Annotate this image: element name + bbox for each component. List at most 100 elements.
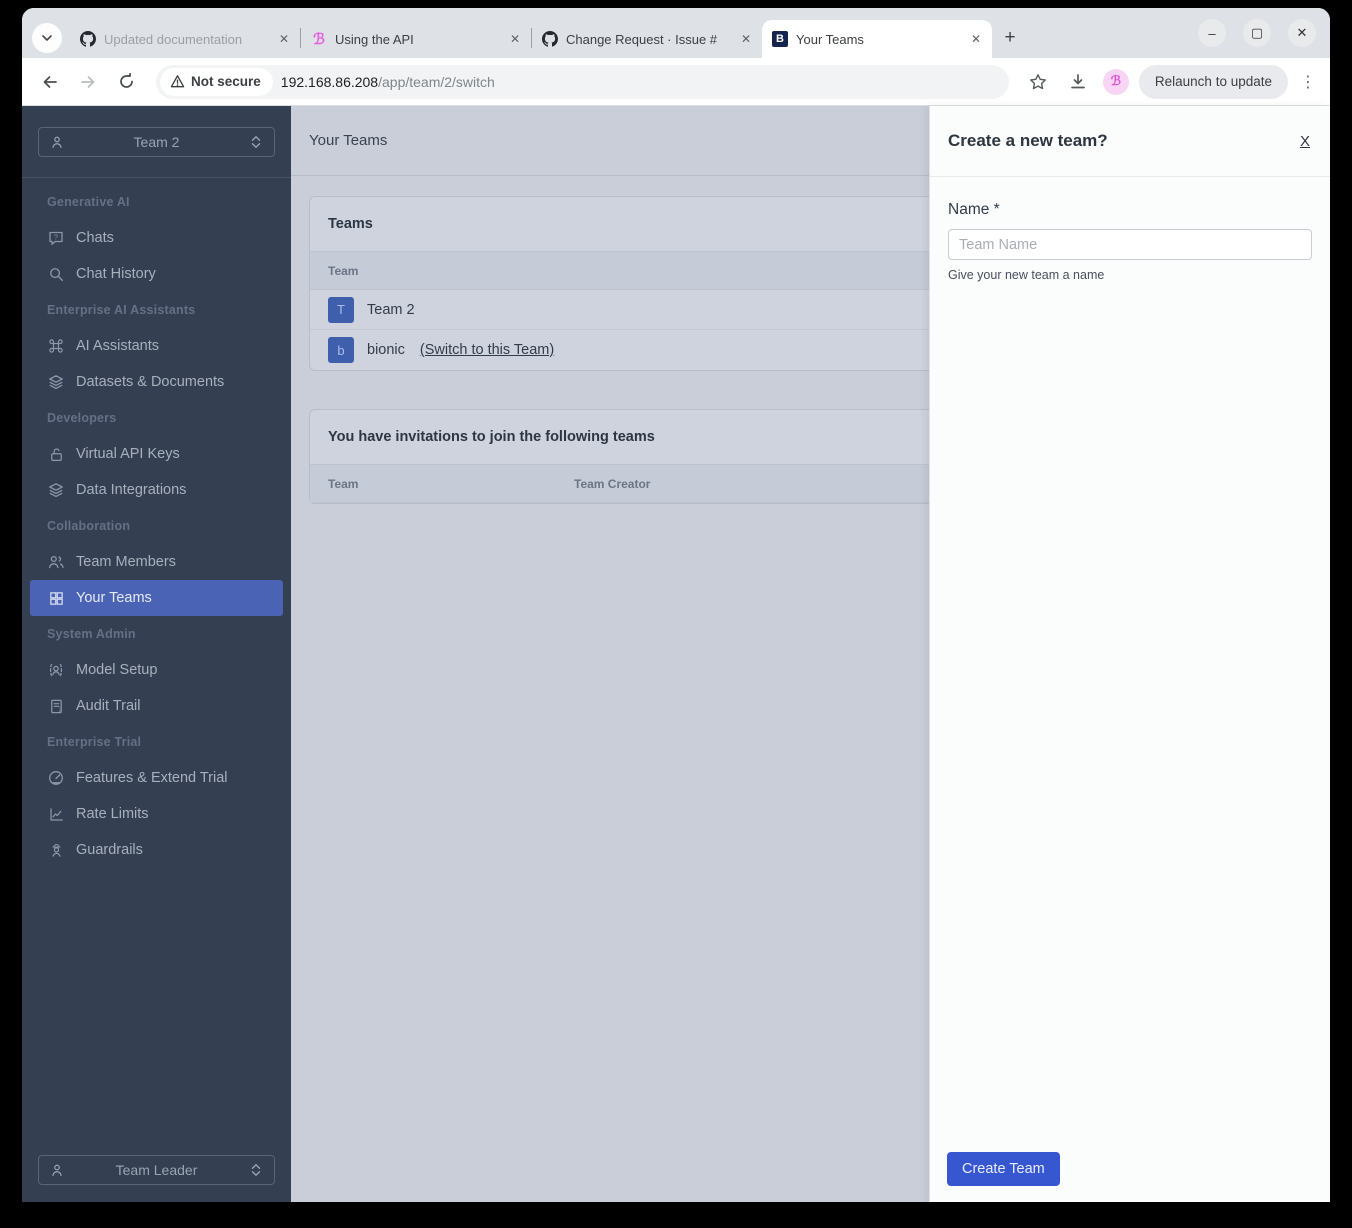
table-row-bionic: b bionic (Switch to this Team) [310, 330, 929, 370]
section-developers: Developers [47, 411, 117, 425]
forward-button[interactable] [72, 66, 104, 98]
unlock-icon [47, 445, 65, 463]
github-icon [542, 31, 558, 47]
column-team: Team [328, 476, 359, 491]
sidebar-item-guardrails[interactable]: Guardrails [30, 832, 283, 868]
sidebar-item-rate-limits[interactable]: Rate Limits [30, 796, 283, 832]
sidebar-nav: Generative AI ? Chats Chat History Enter… [22, 178, 291, 1139]
role-selector[interactable]: Team Leader [38, 1155, 275, 1185]
sidebar-item-virtual-api-keys[interactable]: Virtual API Keys [30, 436, 283, 472]
tab-using-the-api[interactable]: ℬ Using the API ✕ [301, 20, 531, 58]
tab-your-teams[interactable]: B Your Teams ✕ [762, 20, 992, 58]
close-button[interactable]: ✕ [1288, 19, 1316, 47]
not-secure-warning-icon [170, 75, 185, 88]
sidebar-item-label: Chat History [76, 266, 156, 282]
page-header: Your Teams [291, 106, 929, 176]
chevron-up-down-icon [247, 1161, 265, 1179]
layers-icon [47, 373, 65, 391]
trend-chart-icon [47, 805, 65, 823]
new-tab-button[interactable]: + [996, 24, 1024, 52]
tab-close-icon[interactable]: ✕ [505, 30, 525, 48]
window-controls: – ▢ ✕ [1198, 19, 1316, 47]
security-chip[interactable]: Not secure [160, 67, 273, 96]
drawer-close-button[interactable]: X [1300, 133, 1310, 150]
search-icon [47, 265, 65, 283]
sidebar-item-label: AI Assistants [76, 338, 160, 354]
switch-team-link[interactable]: (Switch to this Team) [420, 342, 554, 358]
gauge-icon [47, 769, 65, 787]
team-selector[interactable]: Team 2 [38, 127, 275, 157]
forward-icon [81, 75, 95, 88]
sidebar-item-ai-assistants[interactable]: AI Assistants [30, 328, 283, 364]
tab-change-request[interactable]: Change Request · Issue # ✕ [532, 20, 762, 58]
bionic-b-pink-icon: ℬ [313, 30, 325, 48]
app-content: Team 2 Generative AI ? Chats Chat Histor… [22, 106, 1330, 1202]
tab-title: Change Request · Issue # [566, 31, 718, 47]
relaunch-to-update-button[interactable]: Relaunch to update [1138, 64, 1288, 99]
toolbar-right: ℬ Relaunch to update ⋮ [1023, 64, 1318, 99]
bookmark-star-button[interactable] [1023, 67, 1053, 97]
tab-updated-documentation[interactable]: Updated documentation ✕ [70, 20, 300, 58]
chevron-down-icon [42, 35, 52, 42]
invitations-table-header: Team Team Creator [310, 465, 929, 503]
sidebar-item-chat-history[interactable]: Chat History [30, 256, 283, 292]
team-selector-value: Team 2 [133, 134, 180, 150]
sidebar: Team 2 Generative AI ? Chats Chat Histor… [22, 106, 291, 1202]
maximize-button[interactable]: ▢ [1243, 19, 1271, 47]
team-name-input[interactable] [948, 229, 1312, 260]
column-team: Team [328, 263, 359, 278]
sidebar-item-features-extend-trial[interactable]: Features & Extend Trial [30, 760, 283, 796]
sidebar-item-audit-trail[interactable]: 2 Audit Trail [30, 688, 283, 724]
sidebar-item-label: Audit Trail [76, 698, 141, 714]
sidebar-item-model-setup[interactable]: Model Setup [30, 652, 283, 688]
sidebar-top: Team 2 [22, 106, 291, 178]
security-label: Not secure [191, 74, 261, 89]
downloads-button[interactable] [1063, 67, 1093, 97]
team-name: bionic [367, 342, 405, 358]
minimize-button[interactable]: – [1198, 19, 1226, 47]
address-bar[interactable]: Not secure 192.168.86.208/app/team/2/swi… [156, 64, 1009, 99]
section-system-admin: System Admin [47, 627, 136, 641]
chevron-up-down-icon [247, 133, 265, 151]
drawer-body: Name * Give your new team a name [930, 177, 1330, 1136]
bionic-b-navy-icon: B [772, 31, 788, 47]
sidebar-item-your-teams[interactable]: Your Teams [30, 580, 283, 616]
sidebar-item-label: Rate Limits [76, 806, 149, 822]
teams-table-header: Team [310, 252, 929, 290]
browser-window: Updated documentation ✕ ℬ Using the API … [22, 8, 1330, 1202]
person-icon [48, 133, 66, 151]
url-text: 192.168.86.208/app/team/2/switch [281, 74, 495, 90]
sidebar-item-chats[interactable]: ? Chats [30, 220, 283, 256]
tab-close-icon[interactable]: ✕ [966, 30, 986, 48]
svg-text:2: 2 [58, 707, 61, 713]
create-team-button[interactable]: Create Team [947, 1152, 1060, 1186]
back-button[interactable] [34, 66, 66, 98]
grid-icon [47, 589, 65, 607]
create-team-drawer: Create a new team? X Name * Give your ne… [929, 106, 1330, 1202]
tab-close-icon[interactable]: ✕ [274, 30, 294, 48]
table-row-team2: T Team 2 [310, 290, 929, 330]
reload-icon [119, 73, 133, 88]
sidebar-item-data-integrations[interactable]: Data Integrations [30, 472, 283, 508]
sidebar-item-team-members[interactable]: Team Members [30, 544, 283, 580]
section-enterprise-trial: Enterprise Trial [47, 735, 142, 749]
sidebar-item-datasets-documents[interactable]: Datasets & Documents [30, 364, 283, 400]
tab-close-icon[interactable]: ✕ [736, 30, 756, 48]
back-icon [43, 75, 57, 88]
team-name: Team 2 [367, 301, 415, 318]
users-icon [47, 553, 65, 571]
browser-menu-button[interactable]: ⋮ [1298, 72, 1318, 92]
chat-question-icon: ? [47, 229, 65, 247]
url-path: /app/team/2/switch [378, 73, 495, 90]
tab-title: Using the API [335, 31, 414, 47]
reload-button[interactable] [110, 66, 142, 98]
sidebar-item-label: Model Setup [76, 662, 158, 678]
url-host: 192.168.86.208 [280, 73, 379, 90]
invitations-card-title: You have invitations to join the followi… [310, 410, 929, 465]
section-collaboration: Collaboration [47, 519, 131, 533]
bionic-extension-icon[interactable]: ℬ [1102, 68, 1129, 95]
tab-title: Your Teams [796, 31, 864, 47]
tab-search-button[interactable] [32, 23, 62, 53]
guard-person-icon [47, 841, 65, 859]
